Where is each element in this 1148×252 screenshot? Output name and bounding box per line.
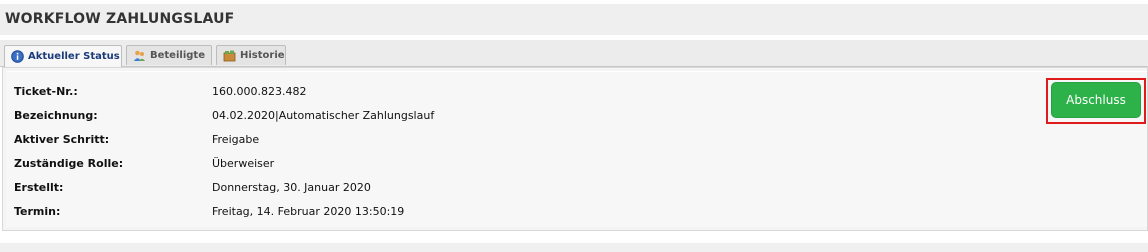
detail-value: Überweiser xyxy=(212,156,275,170)
detail-label: Bezeichnung: xyxy=(14,108,98,122)
detail-row-rolle: Zuständige Rolle: Überweiser xyxy=(14,155,274,171)
tab-label: Aktueller Status xyxy=(28,51,120,62)
tab-aktueller-status[interactable]: Aktueller Status xyxy=(4,45,122,67)
detail-row-ticket: Ticket-Nr.: 160.000.823.482 xyxy=(14,83,306,99)
detail-value: Donnerstag, 30. Januar 2020 xyxy=(212,180,371,194)
page-header: WORKFLOW ZAHLUNGSLAUF xyxy=(0,4,1148,35)
tab-label: Historie xyxy=(240,50,285,61)
page-title: WORKFLOW ZAHLUNGSLAUF xyxy=(5,11,235,27)
detail-row-bezeichnung: Bezeichnung: 04.02.2020|Automatischer Za… xyxy=(14,107,434,123)
people-icon xyxy=(133,49,146,62)
detail-row-schritt: Aktiver Schritt: Freigabe xyxy=(14,131,259,147)
tab-bar: Aktueller Status Beteiligte Historie xyxy=(0,40,1148,67)
history-icon xyxy=(223,49,236,62)
detail-label: Zuständige Rolle: xyxy=(14,156,124,170)
detail-value: 160.000.823.482 xyxy=(212,84,307,98)
detail-label: Ticket-Nr.: xyxy=(14,84,78,98)
abschluss-button[interactable]: Abschluss xyxy=(1051,82,1141,118)
detail-value: Freitag, 14. Februar 2020 13:50:19 xyxy=(212,204,405,218)
info-icon xyxy=(11,50,24,63)
detail-row-termin: Termin: Freitag, 14. Februar 2020 13:50:… xyxy=(14,203,404,219)
detail-value: 04.02.2020|Automatischer Zahlungslauf xyxy=(212,108,435,122)
tab-label: Beteiligte xyxy=(150,50,205,61)
detail-value: Freigabe xyxy=(212,132,260,146)
detail-label: Aktiver Schritt: xyxy=(14,132,110,146)
detail-label: Termin: xyxy=(14,204,61,218)
detail-row-erstellt: Erstellt: Donnerstag, 30. Januar 2020 xyxy=(14,179,371,195)
tab-historie[interactable]: Historie xyxy=(216,45,286,65)
tab-beteiligte[interactable]: Beteiligte xyxy=(126,45,212,65)
footer-bar xyxy=(0,243,1148,252)
detail-label: Erstellt: xyxy=(14,180,64,194)
